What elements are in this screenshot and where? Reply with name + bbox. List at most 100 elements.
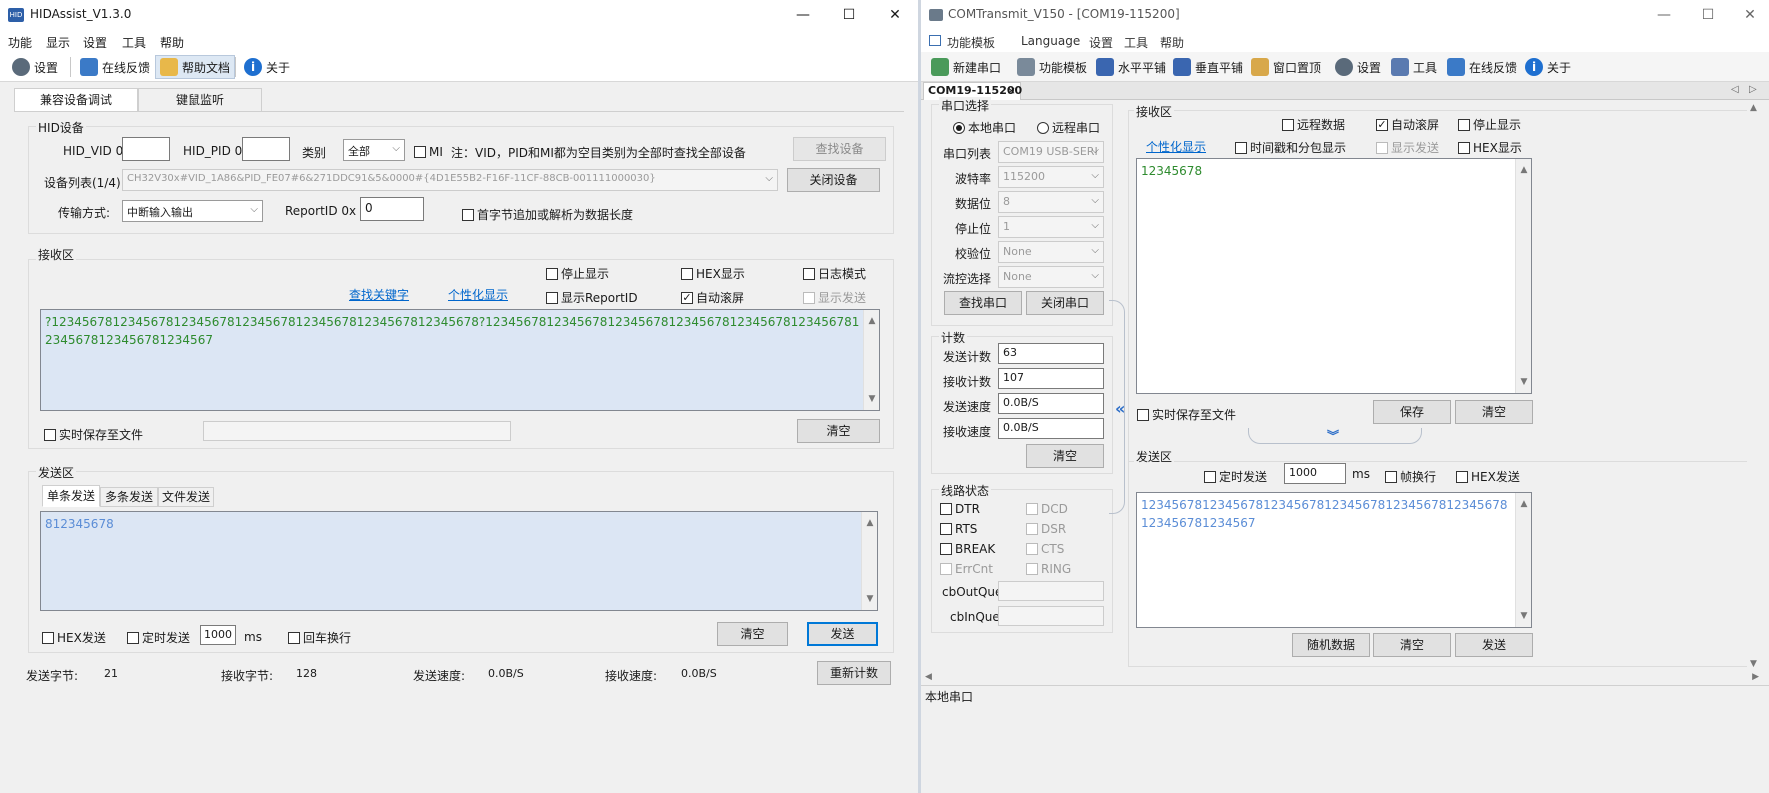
scroll-down-icon[interactable]: ▼ xyxy=(1516,373,1531,391)
toolbar-feedback-button[interactable]: 在线反馈 xyxy=(76,55,154,79)
menu-function-template[interactable]: 功能模板 xyxy=(947,34,995,51)
find-device-button[interactable]: 查找设备 xyxy=(793,137,886,161)
toolbar-help-button[interactable]: 帮助文档 xyxy=(155,55,236,79)
timed-send-checkbox[interactable]: 定时发送 xyxy=(127,629,190,646)
receive-save-button[interactable]: 保存 xyxy=(1373,400,1451,424)
local-serial-radio[interactable]: 本地串口 xyxy=(953,119,1016,136)
toolbar-about-button[interactable]: i 关于 xyxy=(240,55,294,79)
flow-control-select[interactable]: None ⌵ xyxy=(998,266,1104,288)
toolbar-about-button[interactable]: i 关于 xyxy=(1521,55,1575,79)
expand-down-icon[interactable]: ︾ xyxy=(1327,427,1339,444)
menu-tools[interactable]: 工具 xyxy=(1124,34,1148,51)
scroll-up-icon[interactable]: ▲ xyxy=(1750,103,1757,113)
tab-scroll-left-icon[interactable]: ◁ xyxy=(1731,84,1739,95)
maximize-icon[interactable]: ☐ xyxy=(826,0,872,30)
menu-tools[interactable]: 工具 xyxy=(122,34,146,51)
toolbar-settings-button[interactable]: 设置 xyxy=(1331,55,1385,79)
scroll-down-icon[interactable]: ▼ xyxy=(1516,607,1531,625)
menu-settings[interactable]: 设置 xyxy=(83,34,107,51)
baud-rate-select[interactable]: 115200 ⌵ xyxy=(998,166,1104,188)
break-checkbox[interactable]: BREAK xyxy=(940,542,995,556)
horizontal-scrollbar[interactable]: ◀ ▶ xyxy=(921,671,1763,685)
hex-display-checkbox[interactable]: HEX显示 xyxy=(681,265,745,282)
tab-scroll-right-icon[interactable]: ▷ xyxy=(1749,84,1757,95)
interval-input[interactable]: 1000 xyxy=(200,625,236,645)
tab-keyboard-mouse-monitor[interactable]: 键鼠监听 xyxy=(138,88,262,112)
save-path-input[interactable] xyxy=(203,421,511,441)
first-byte-length-checkbox[interactable]: 首字节追加或解析为数据长度 xyxy=(462,206,633,223)
toolbar-window-top-button[interactable]: 窗口置顶 xyxy=(1247,55,1325,79)
menu-display[interactable]: 显示 xyxy=(46,34,70,51)
hex-send-checkbox[interactable]: HEX发送 xyxy=(1456,468,1520,485)
receive-clear-button[interactable]: 清空 xyxy=(1455,400,1533,424)
toolbar-feedback-button[interactable]: 在线反馈 xyxy=(1443,55,1521,79)
dcd-checkbox[interactable]: DCD xyxy=(1026,502,1068,516)
random-data-button[interactable]: 随机数据 xyxy=(1292,633,1370,657)
scroll-right-icon[interactable]: ▶ xyxy=(1752,672,1759,682)
timestamp-checkbox[interactable]: 时间戳和分包显示 xyxy=(1235,139,1346,156)
scroll-up-icon[interactable]: ▲ xyxy=(862,514,877,532)
frame-newline-checkbox[interactable]: 帧换行 xyxy=(1385,468,1436,485)
vertical-scrollbar[interactable]: ▲ ▼ xyxy=(1747,101,1763,671)
serial-list-select[interactable]: COM19 USB-SERI ⌵ xyxy=(998,141,1104,163)
ring-checkbox[interactable]: RING xyxy=(1026,562,1071,576)
hex-display-checkbox[interactable]: HEX显示 xyxy=(1458,139,1522,156)
minimize-icon[interactable]: — xyxy=(780,0,826,30)
receive-textarea[interactable]: ?123456781234567812345678123456781234567… xyxy=(40,309,880,411)
remote-data-checkbox[interactable]: 远程数据 xyxy=(1282,116,1345,133)
send-scrollbar[interactable]: ▲ ▼ xyxy=(861,512,877,610)
log-mode-checkbox[interactable]: 日志模式 xyxy=(803,265,866,282)
stop-display-checkbox[interactable]: 停止显示 xyxy=(546,265,609,282)
toolbar-settings-button[interactable]: 设置 xyxy=(8,55,62,79)
scroll-left-icon[interactable]: ◀ xyxy=(925,672,932,682)
timed-send-checkbox[interactable]: 定时发送 xyxy=(1204,468,1267,485)
reportid-input[interactable]: 0 xyxy=(360,197,424,221)
dsr-checkbox[interactable]: DSR xyxy=(1026,522,1066,536)
recount-button[interactable]: 重新计数 xyxy=(817,661,891,685)
close-tab-icon[interactable]: × xyxy=(1007,83,1016,99)
interval-input[interactable]: 1000 xyxy=(1284,463,1346,484)
close-serial-button[interactable]: 关闭串口 xyxy=(1026,291,1104,315)
hex-send-checkbox[interactable]: HEX发送 xyxy=(42,629,106,646)
mi-checkbox[interactable]: MI xyxy=(414,145,443,159)
menu-language[interactable]: Language xyxy=(1021,34,1080,48)
dtr-checkbox[interactable]: DTR xyxy=(940,502,980,516)
count-clear-button[interactable]: 清空 xyxy=(1026,444,1104,468)
receive-scrollbar[interactable]: ▲ ▼ xyxy=(1515,159,1531,393)
send-textarea[interactable]: 812345678 ▲ ▼ xyxy=(40,511,878,611)
toolbar-tools-button[interactable]: 工具 xyxy=(1387,55,1441,79)
scroll-down-icon[interactable]: ▼ xyxy=(864,390,879,408)
find-keyword-link[interactable]: 查找关键字 xyxy=(349,286,409,303)
errcnt-checkbox[interactable]: ErrCnt xyxy=(940,562,993,576)
tab-multi-send[interactable]: 多条发送 xyxy=(100,487,158,507)
close-device-button[interactable]: 关闭设备 xyxy=(787,168,880,192)
save-realtime-checkbox[interactable]: 实时保存至文件 xyxy=(1137,406,1236,423)
send-clear-button[interactable]: 清空 xyxy=(1373,633,1451,657)
stop-bits-select[interactable]: 1 ⌵ xyxy=(998,216,1104,238)
rts-checkbox[interactable]: RTS xyxy=(940,522,977,536)
send-clear-button[interactable]: 清空 xyxy=(717,622,788,646)
scroll-up-icon[interactable]: ▲ xyxy=(1516,161,1531,179)
show-send-checkbox[interactable]: 显示发送 xyxy=(803,289,866,306)
stop-display-checkbox[interactable]: 停止显示 xyxy=(1458,116,1521,133)
comtransmit-titlebar[interactable]: COMTransmit_V150 - [COM19-115200] — ☐ ✕ xyxy=(921,0,1769,30)
collapse-left-icon[interactable]: « xyxy=(1115,399,1125,418)
menu-settings[interactable]: 设置 xyxy=(1089,34,1113,51)
toolbar-new-serial-button[interactable]: 新建串口 xyxy=(927,55,1005,79)
scroll-down-icon[interactable]: ▼ xyxy=(862,590,877,608)
show-reportid-checkbox[interactable]: 显示ReportID xyxy=(546,289,638,306)
transfer-mode-select[interactable]: 中断输入输出 ⌵ xyxy=(122,200,263,222)
data-bits-select[interactable]: 8 ⌵ xyxy=(998,191,1104,213)
show-send-checkbox[interactable]: 显示发送 xyxy=(1376,139,1439,156)
device-list-select[interactable]: CH32V30x#VID_1A86&PID_FE07#6&271DDC91&5&… xyxy=(122,169,778,191)
remote-serial-radio[interactable]: 远程串口 xyxy=(1037,119,1100,136)
menu-function[interactable]: 功能 xyxy=(8,34,32,51)
receive-scrollbar[interactable]: ▲ ▼ xyxy=(863,310,879,410)
auto-scroll-checkbox[interactable]: ✓ 自动滚屏 xyxy=(681,289,744,306)
find-serial-button[interactable]: 查找串口 xyxy=(944,291,1022,315)
send-button[interactable]: 发送 xyxy=(1455,633,1533,657)
receive-textarea[interactable]: 12345678 ▲ ▼ xyxy=(1136,158,1532,394)
save-realtime-checkbox[interactable]: 实时保存至文件 xyxy=(44,426,143,443)
send-textarea[interactable]: 1234567812345678123456781234567812345678… xyxy=(1136,492,1532,628)
tab-single-send[interactable]: 单条发送 xyxy=(42,485,100,507)
